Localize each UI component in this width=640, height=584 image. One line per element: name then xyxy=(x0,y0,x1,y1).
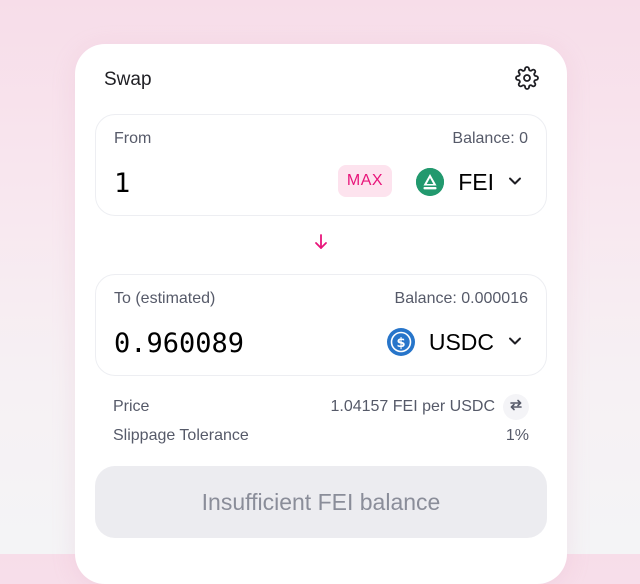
chevron-down-icon xyxy=(508,173,522,191)
price-label: Price xyxy=(113,398,150,415)
from-balance: Balance: 0 xyxy=(452,130,528,147)
from-token-select[interactable]: FEI xyxy=(416,165,522,199)
to-token-symbol: USDC xyxy=(428,328,494,355)
submit-swap-button[interactable]: Insufficient FEI balance xyxy=(95,466,547,538)
repeat-icon xyxy=(508,397,524,418)
price-value-group: 1.04157 FEI per USDC xyxy=(330,394,529,420)
swap-card: Swap From Balance: 0 MAX FEI xyxy=(75,44,567,584)
from-token-symbol: FEI xyxy=(458,168,494,195)
chevron-down-icon xyxy=(508,333,522,351)
invert-price-button[interactable] xyxy=(503,394,529,420)
usdc-token-icon: $ xyxy=(386,328,415,356)
from-panel: From Balance: 0 MAX FEI xyxy=(95,114,547,216)
swap-title: Swap xyxy=(104,69,152,90)
to-label: To (estimated) xyxy=(114,290,216,307)
slippage-value: 1% xyxy=(505,427,529,444)
max-button[interactable]: MAX xyxy=(338,165,392,197)
to-token-select[interactable]: $ USDC xyxy=(386,325,522,359)
settings-button[interactable] xyxy=(513,65,541,95)
from-amount-input[interactable] xyxy=(114,165,314,201)
to-balance: Balance: 0.000016 xyxy=(394,290,528,307)
price-value: 1.04157 FEI per USDC xyxy=(330,398,495,415)
price-row: Price 1.04157 FEI per USDC xyxy=(113,394,529,420)
slippage-row: Slippage Tolerance 1% xyxy=(113,427,529,445)
arrow-down-icon xyxy=(313,234,329,256)
to-panel: To (estimated) Balance: 0.000016 $ USDC xyxy=(95,274,547,376)
switch-direction-button[interactable] xyxy=(313,232,329,252)
to-amount-input[interactable] xyxy=(114,325,314,361)
fei-token-icon xyxy=(416,168,445,196)
svg-text:$: $ xyxy=(396,336,405,351)
slippage-label: Slippage Tolerance xyxy=(113,427,249,444)
from-label: From xyxy=(114,130,152,147)
gear-icon xyxy=(515,65,539,95)
